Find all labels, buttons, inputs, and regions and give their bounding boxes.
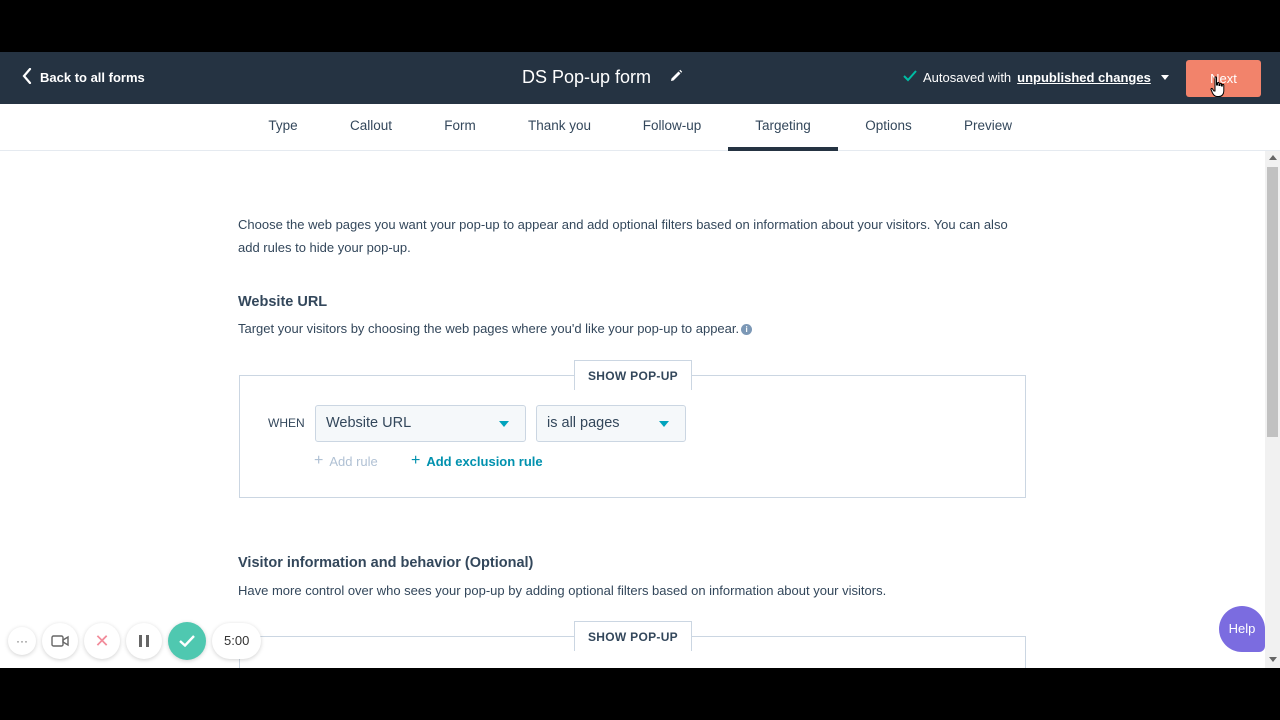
help-button[interactable]: Help — [1219, 606, 1265, 652]
tab-form[interactable]: Form — [440, 104, 480, 151]
when-label: WHEN — [268, 416, 305, 430]
intro-text: Choose the web pages you want your pop-u… — [238, 217, 1008, 255]
website-url-heading: Website URL — [238, 294, 328, 310]
info-icon[interactable]: i — [741, 324, 753, 336]
page-scrollbar[interactable] — [1265, 151, 1280, 668]
tab-options[interactable]: Options — [860, 104, 917, 151]
tab-callout[interactable]: Callout — [345, 104, 397, 151]
mouse-pointer-hand-icon — [1210, 76, 1225, 97]
add-rule-label: Add rule — [329, 453, 378, 469]
webcam-toggle-icon[interactable] — [42, 623, 78, 659]
chevron-left-icon — [22, 67, 32, 87]
back-link-label: Back to all forms — [40, 70, 145, 85]
website-url-description-text: Target your visitors by choosing the web… — [238, 321, 740, 336]
scroll-up-arrow-icon[interactable] — [1269, 155, 1277, 160]
targeting-content: Choose the web pages you want your pop-u… — [0, 151, 1265, 668]
form-title-text: DS Pop-up form — [522, 67, 652, 87]
tab-preview[interactable]: Preview — [960, 104, 1016, 151]
video-letterbox-bottom — [0, 668, 1280, 720]
plus-icon: + — [411, 452, 421, 469]
more-options-icon[interactable]: ··· — [8, 627, 36, 655]
show-popup-label: SHOW POP-UP — [574, 621, 692, 651]
show-popup-rule-box: SHOW POP-UP WHEN Website URL is all page… — [239, 360, 1026, 498]
add-rule-button[interactable]: + Add rule — [314, 452, 378, 470]
plus-icon: + — [314, 452, 324, 469]
editor-header: Back to all forms DS Pop-up form Autosav… — [0, 52, 1280, 104]
visitor-info-heading: Visitor information and behavior (Option… — [238, 555, 534, 571]
tab-thank-you[interactable]: Thank you — [524, 104, 595, 151]
scroll-down-arrow-icon[interactable] — [1269, 657, 1277, 662]
video-letterbox-top — [0, 0, 1280, 52]
finish-recording-icon[interactable] — [168, 622, 206, 660]
cancel-recording-icon[interactable]: ✕ — [84, 623, 120, 659]
add-exclusion-rule-label: Add exclusion rule — [426, 453, 543, 469]
caret-down-icon[interactable] — [1160, 75, 1169, 80]
form-title: DS Pop-up form — [522, 67, 683, 88]
url-condition-select-value: is all pages — [547, 415, 620, 431]
checkmark-icon — [903, 70, 917, 85]
unpublished-changes-link[interactable]: unpublished changes — [1017, 70, 1151, 85]
add-exclusion-rule-button[interactable]: + Add exclusion rule — [411, 452, 543, 470]
show-popup-label: SHOW POP-UP — [574, 360, 692, 390]
recording-timer: 5:00 — [212, 623, 262, 659]
back-to-forms-link[interactable]: Back to all forms — [22, 67, 145, 87]
tab-targeting[interactable]: Targeting — [728, 104, 838, 151]
url-field-select[interactable]: Website URL — [315, 405, 526, 442]
screen-recorder-toolbar: ··· ✕ 5:00 — [8, 622, 262, 660]
editor-tabs: Type Callout Form Thank you Follow-up Ta… — [0, 104, 1280, 151]
dropdown-arrow-icon — [499, 421, 509, 427]
url-condition-select[interactable]: is all pages — [536, 405, 686, 442]
pencil-icon[interactable] — [669, 67, 683, 88]
tab-type[interactable]: Type — [262, 104, 304, 151]
visitor-rule-box: SHOW POP-UP — [239, 621, 1026, 668]
tab-follow-up[interactable]: Follow-up — [637, 104, 707, 151]
dropdown-arrow-icon — [659, 421, 669, 427]
pause-icon[interactable] — [126, 623, 162, 659]
autosave-status: Autosaved with unpublished changes — [903, 70, 1169, 85]
url-field-select-value: Website URL — [326, 415, 412, 431]
visitor-info-description: Have more control over who sees your pop… — [238, 583, 887, 598]
website-url-description: Target your visitors by choosing the web… — [238, 321, 753, 336]
autosave-prefix: Autosaved with — [923, 70, 1012, 85]
scrollbar-thumb[interactable] — [1267, 167, 1278, 437]
